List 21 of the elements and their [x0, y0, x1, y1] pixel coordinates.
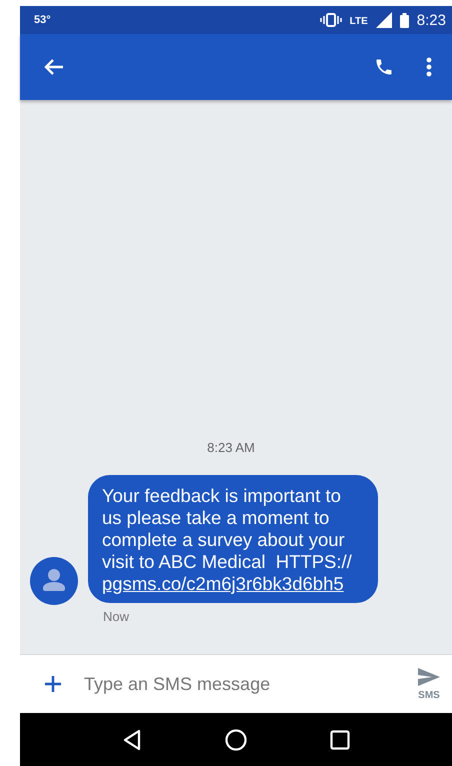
add-icon[interactable] — [44, 675, 62, 693]
survey-link[interactable]: pgsms.co/c2m6j3r6bk3d6bh5 — [102, 573, 344, 594]
vibrate-icon — [320, 13, 342, 27]
avatar-icon — [30, 557, 78, 605]
back-icon[interactable] — [122, 728, 142, 750]
message-time-text: Now — [103, 609, 130, 624]
recent-apps-icon[interactable] — [330, 730, 350, 750]
send-button[interactable]: SMS — [414, 664, 444, 704]
send-icon — [418, 668, 440, 686]
battery-icon — [400, 12, 409, 28]
network-type-text: LTE — [350, 16, 368, 26]
temperature-text: 53° — [34, 14, 51, 26]
message-input[interactable]: Type an SMS message — [84, 674, 392, 694]
back-arrow-icon[interactable] — [44, 58, 64, 76]
phone-icon[interactable] — [374, 57, 394, 77]
more-options-icon[interactable] — [426, 57, 432, 77]
home-icon[interactable] — [224, 728, 247, 750]
clock-text: 8:23 — [416, 12, 446, 28]
message-bubble: Your feedback is important to us please take a moment to complete a survey about your visit to ABC Medical HTTPS:// pgsms.co/c2m6j3r6bk3d6bh5 — [88, 475, 378, 603]
timestamp-text: 8:23 AM — [207, 440, 255, 455]
signal-icon — [376, 12, 392, 28]
